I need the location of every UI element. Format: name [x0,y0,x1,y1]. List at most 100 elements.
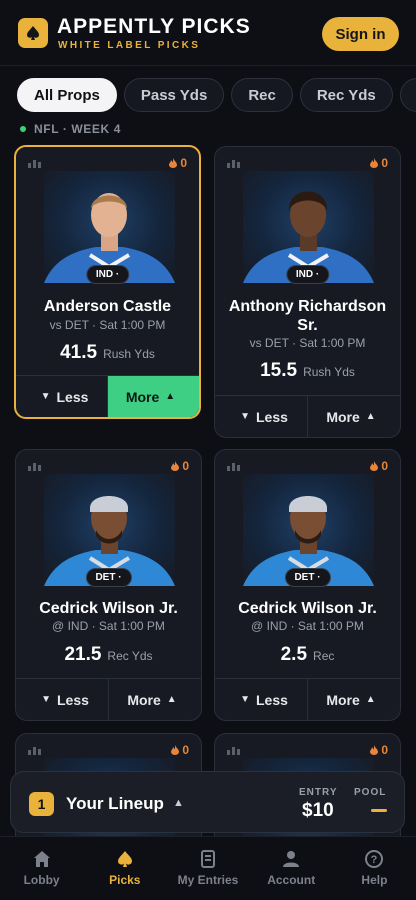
player-name: Cedrick Wilson Jr. [238,600,377,617]
more-label: More [125,388,160,405]
less-button[interactable]: ▼ Less [16,679,109,720]
trending-indicator: 0 [171,743,189,757]
player-name: Anderson Castle [43,298,172,315]
heat-count: 0 [381,156,388,170]
more-button[interactable]: More ▲ [109,679,201,720]
stats-icon[interactable] [28,461,41,471]
pick-actions: ▼ Less More ▲ [215,395,400,437]
live-dot [20,126,26,132]
player-card-cedrick-wilson-rec-yds[interactable]: 0 DET · Cedrick Wilson Jr. @ IND · Sat 1… [15,449,202,721]
stats-icon[interactable] [227,745,240,755]
nav-picks[interactable]: Picks [83,837,166,900]
player-name: Anthony Richardson Sr. [228,298,387,334]
arrow-up-icon: ▲ [165,391,176,402]
less-button[interactable]: ▼ Less [215,396,308,437]
prop-line: 21.5 Rec Yds [16,644,201,666]
more-label: More [326,408,360,425]
nav-help[interactable]: ? Help [333,837,416,900]
prop-line: 2.5 Rec [215,644,400,666]
more-button[interactable]: More ▲ [108,376,199,417]
line-value: 15.5 [260,360,298,381]
pool-label: POOL [354,787,387,798]
chip-all-props[interactable]: All Props [17,78,117,112]
matchup: @ IND · Sat 1:00 PM [251,619,364,633]
nav-label: Picks [109,873,141,887]
less-label: Less [255,691,288,708]
flame-icon [370,745,379,755]
heat-count: 0 [182,743,189,757]
stats-icon[interactable] [227,461,240,471]
stats-icon[interactable] [28,158,41,168]
flame-icon [169,158,178,168]
entry-value: $10 [302,800,334,821]
stat-type: Rec Yds [107,649,153,663]
stat-type: Rush Yds [303,365,355,379]
lineup-count-badge: 1 [29,792,54,816]
arrow-up-icon: ▲ [365,694,376,705]
player-card-anthony-richardson[interactable]: 0 IND · Anthony Richardson Sr. vs DET · … [214,146,401,438]
heat-count: 0 [381,743,388,757]
stat-type: Rec [313,649,335,663]
more-label: More [326,691,360,708]
arrow-down-icon: ▼ [41,694,51,705]
trending-indicator: 0 [370,743,388,757]
stats-icon[interactable] [28,745,41,755]
brand-subtitle: WHITE LABEL PICKS [58,40,201,51]
flame-icon [370,158,379,168]
arrow-down-icon: ▼ [240,694,250,705]
arrow-down-icon: ▼ [240,411,250,422]
player-card-cedrick-wilson-rec[interactable]: 0 DET · Cedrick Wilson Jr. @ IND · Sat 1… [214,449,401,721]
spade-icon [18,18,48,48]
team-badge: IND · [85,265,130,284]
bottom-navigation: Lobby Picks My Entries Account ? Help [0,836,416,900]
less-label: Less [56,388,89,405]
nav-label: My Entries [177,873,239,887]
trending-indicator: 0 [171,459,189,473]
more-button[interactable]: More ▲ [308,396,400,437]
prop-line: 41.5 Rush Yds [16,342,199,364]
line-value: 21.5 [64,644,102,665]
more-label: More [127,691,161,708]
nav-account[interactable]: Account [250,837,333,900]
matchup: vs DET · Sat 1:00 PM [49,318,166,332]
chevron-up-icon[interactable]: ▲ [173,797,184,809]
player-card-anderson-castle[interactable]: 0 IND · Anderson Castle vs DET · Sat 1:0… [14,145,201,419]
heat-count: 0 [381,459,388,473]
less-label: Less [255,408,288,425]
less-label: Less [56,691,89,708]
person-icon [283,851,300,867]
more-button[interactable]: More ▲ [308,679,400,720]
flame-icon [370,461,379,471]
spade-icon [117,851,132,867]
line-value: 2.5 [280,644,308,665]
heat-count: 0 [182,459,189,473]
team-badge: DET · [284,568,331,587]
less-button[interactable]: ▼ Less [215,679,308,720]
brand-title: APPENTLY PICKS [57,15,251,38]
lineup-bar[interactable]: 1 Your Lineup ▲ ENTRY $10 POOL [10,771,405,833]
matchup: @ IND · Sat 1:00 PM [52,619,165,633]
chip-pass-yds[interactable]: Pass Yds [123,78,225,112]
chip-rush[interactable]: Ru [399,78,416,112]
team-badge: IND · [285,265,330,284]
arrow-up-icon: ▲ [166,694,177,705]
nav-my-entries[interactable]: My Entries [166,837,249,900]
pick-actions: ▼ Less More ▲ [16,375,199,417]
less-button[interactable]: ▼ Less [16,376,108,417]
svg-text:?: ? [371,854,378,866]
arrow-up-icon: ▲ [365,411,376,422]
nav-label: Help [361,873,388,887]
flame-icon [171,745,180,755]
league-label: NFL · WEEK 4 [20,122,121,136]
chip-rec-yds[interactable]: Rec Yds [299,78,393,112]
app-header: APPENTLY PICKS WHITE LABEL PICKS Sign in [0,0,416,66]
stats-icon[interactable] [227,158,240,168]
nav-lobby[interactable]: Lobby [0,837,83,900]
document-icon [201,850,215,868]
sign-in-button[interactable]: Sign in [322,17,399,51]
nav-label: Lobby [23,873,60,887]
pool-empty-indicator [371,809,387,812]
nav-label: Account [267,873,316,887]
chip-rec[interactable]: Rec [231,78,293,112]
flame-icon [171,461,180,471]
